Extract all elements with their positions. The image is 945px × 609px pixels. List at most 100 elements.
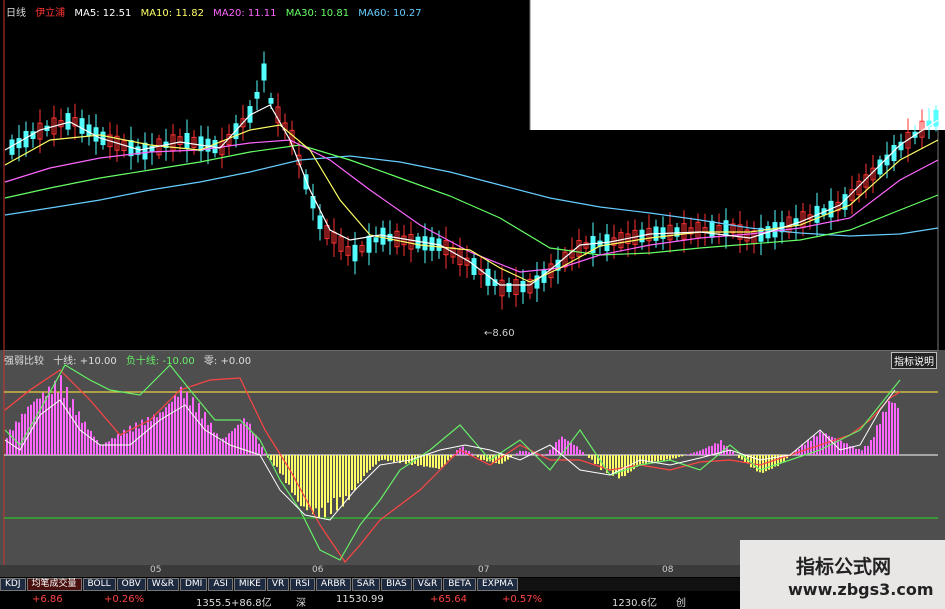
histogram-bar (369, 455, 371, 471)
tab-sar[interactable]: SAR (351, 578, 381, 591)
ma10-label: MA10: 11.82 (140, 8, 204, 19)
histogram-bar (345, 455, 347, 497)
histogram-bar (105, 442, 107, 455)
histogram-bar (705, 448, 707, 455)
histogram-bar (72, 399, 74, 455)
histogram-bar (663, 455, 665, 462)
histogram-bar (273, 455, 275, 466)
candle-body (415, 236, 421, 249)
candle-body (366, 235, 372, 253)
tab-expma[interactable]: EXPMA (477, 578, 519, 591)
candle-body (93, 127, 99, 142)
histogram-bar (471, 453, 473, 455)
histogram-bar (858, 449, 860, 455)
histogram-bar (669, 455, 671, 461)
histogram-bar (264, 453, 266, 455)
histogram-bar (384, 455, 386, 460)
histogram (6, 375, 899, 519)
histogram-bar (393, 455, 395, 463)
histogram-bar (570, 442, 572, 455)
ma-legend: 日线 伊立浦 MA5: 12.51 MA10: 11.82 MA20: 11.1… (6, 4, 428, 19)
ma20-label: MA20: 11.11 (213, 8, 277, 19)
histogram-bar (237, 424, 239, 455)
candle-body (520, 280, 526, 293)
histogram-bar (564, 439, 566, 455)
histogram-bar (54, 380, 56, 455)
histogram-bar (66, 387, 68, 455)
histogram-bar (846, 443, 848, 455)
histogram-bar (153, 414, 155, 455)
histogram-bar (885, 411, 887, 455)
indicator-panel[interactable] (0, 350, 945, 565)
tab-v-and-r[interactable]: V&R (412, 578, 443, 591)
histogram-bar (372, 455, 374, 467)
histogram-bar (591, 455, 593, 460)
histogram-bar (207, 425, 209, 455)
tab-rsi[interactable]: RSI (290, 578, 315, 591)
histogram-bar (210, 422, 212, 455)
histogram-bar (231, 431, 233, 455)
indicator-tab-bar: KDJ 均笔成交量 BOLL OBV W&R DMI ASI MIKE VR R… (0, 578, 740, 591)
histogram-bar (363, 455, 365, 477)
pos-line-label: 十线: +10.00 (53, 356, 117, 367)
tab-obv[interactable]: OBV (116, 578, 146, 591)
histogram-bar (147, 417, 149, 455)
histogram-bar (333, 455, 335, 498)
histogram-bar (36, 398, 38, 455)
histogram-bar (177, 396, 179, 455)
histogram-bar (660, 455, 662, 461)
histogram-bar (666, 455, 668, 460)
histogram-bar (729, 450, 731, 455)
month-label: 06 (312, 565, 324, 575)
histogram-bar (870, 440, 872, 455)
histogram-bar (840, 440, 842, 455)
candle-body (933, 109, 939, 127)
tab-dmi[interactable]: DMI (179, 578, 208, 591)
tab-arbr[interactable]: ARBR (315, 578, 351, 591)
histogram-bar (276, 455, 278, 467)
histogram-bar (516, 453, 518, 455)
indicator-help-button[interactable]: 指标说明 (891, 352, 937, 369)
histogram-bar (201, 418, 203, 455)
zero-line-label: 零: +0.00 (203, 356, 252, 367)
candle-body (352, 244, 358, 262)
candlestick-chart-panel[interactable]: 日线 伊立浦 MA5: 12.51 MA10: 11.82 MA20: 11.1… (0, 0, 945, 350)
tab-vr[interactable]: VR (266, 578, 290, 591)
histogram-bar (375, 455, 377, 465)
histogram-bar (204, 412, 206, 455)
candle-body (79, 118, 85, 134)
candle-body (142, 142, 148, 160)
histogram-bar (168, 403, 170, 455)
histogram-bar (396, 455, 398, 461)
histogram-bar (708, 446, 710, 455)
market-status-bar: +6.86 +0.26% 1355.5+86.8亿 深 11530.99 +65… (0, 592, 740, 609)
index-turnover: 1355.5+86.8亿 (196, 598, 272, 609)
candle-body (373, 237, 379, 243)
tab-avg-volume[interactable]: 均笔成交量 (26, 578, 82, 591)
histogram-bar (150, 421, 152, 455)
histogram-bar (42, 392, 44, 455)
tab-bias[interactable]: BIAS (381, 578, 412, 591)
histogram-bar (690, 453, 692, 455)
candle-body (65, 113, 71, 130)
tab-boll[interactable]: BOLL (82, 578, 116, 591)
tab-mike[interactable]: MIKE (233, 578, 266, 591)
indicator-name: 强弱比较 (4, 356, 44, 367)
tab-wr[interactable]: W&R (146, 578, 179, 591)
histogram-bar (711, 445, 713, 455)
tab-beta[interactable]: BETA (443, 578, 477, 591)
histogram-bar (618, 455, 620, 479)
histogram-bar (432, 455, 434, 468)
histogram-bar (192, 397, 194, 455)
histogram-bar (519, 450, 521, 455)
watermark-title: 指标公式网 (796, 556, 892, 578)
histogram-bar (81, 422, 83, 455)
histogram-bar (240, 423, 242, 455)
histogram-bar (339, 455, 341, 498)
histogram-bar (483, 455, 485, 460)
tab-asi[interactable]: ASI (208, 578, 233, 591)
tab-kdj[interactable]: KDJ (0, 578, 26, 591)
histogram-bar (309, 455, 311, 508)
histogram-bar (21, 413, 23, 455)
histogram-bar (48, 386, 50, 455)
